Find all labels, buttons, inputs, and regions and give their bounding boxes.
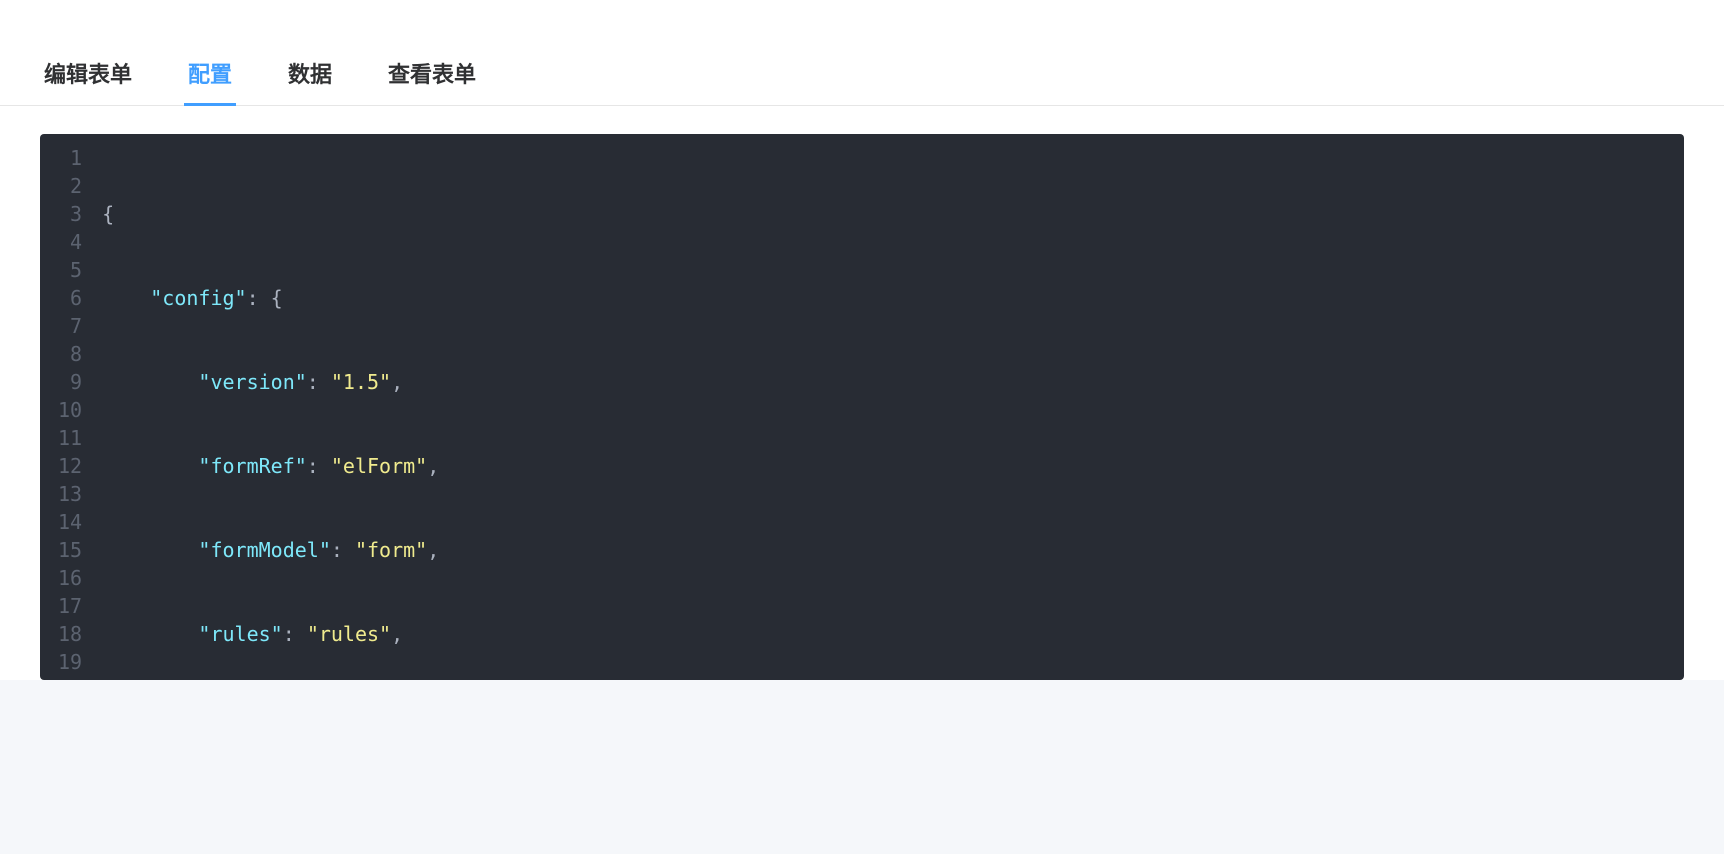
line-number-gutter: 1 2 3 4 5 6 7 8 9 10 11 12 13 14 15 16 1…: [40, 134, 96, 680]
page-wrapper: 编辑表单 配置 数据 查看表单 1 2 3 4 5 6 7 8 9 10 11 …: [0, 0, 1724, 680]
code-content[interactable]: { "config": { "version": "1.5", "formRef…: [96, 134, 1684, 680]
line-number: 17: [58, 592, 82, 620]
line-number: 20: [58, 676, 82, 680]
content-area: 1 2 3 4 5 6 7 8 9 10 11 12 13 14 15 16 1…: [0, 106, 1724, 680]
code-line: {: [102, 200, 1684, 228]
code-line: "rules": "rules",: [102, 620, 1684, 648]
tab-config[interactable]: 配置: [184, 45, 236, 105]
line-number: 13: [58, 480, 82, 508]
code-line: "formModel": "form",: [102, 536, 1684, 564]
line-number: 5: [58, 256, 82, 284]
tab-view-form[interactable]: 查看表单: [384, 45, 480, 105]
line-number: 14: [58, 508, 82, 536]
line-number: 6: [58, 284, 82, 312]
line-number: 18: [58, 620, 82, 648]
code-line: "version": "1.5",: [102, 368, 1684, 396]
line-number: 15: [58, 536, 82, 564]
line-number: 16: [58, 564, 82, 592]
line-number: 3: [58, 200, 82, 228]
code-editor[interactable]: 1 2 3 4 5 6 7 8 9 10 11 12 13 14 15 16 1…: [40, 134, 1684, 680]
line-number: 4: [58, 228, 82, 256]
line-number: 12: [58, 452, 82, 480]
line-number: 1: [58, 144, 82, 172]
line-number: 8: [58, 340, 82, 368]
line-number: 19: [58, 648, 82, 676]
line-number: 10: [58, 396, 82, 424]
line-number: 7: [58, 312, 82, 340]
line-number: 9: [58, 368, 82, 396]
tab-edit-form[interactable]: 编辑表单: [40, 45, 136, 105]
line-number: 11: [58, 424, 82, 452]
code-line: "formRef": "elForm",: [102, 452, 1684, 480]
line-number: 2: [58, 172, 82, 200]
tabs-bar: 编辑表单 配置 数据 查看表单: [0, 45, 1724, 106]
tab-data[interactable]: 数据: [284, 45, 336, 105]
code-line: "config": {: [102, 284, 1684, 312]
